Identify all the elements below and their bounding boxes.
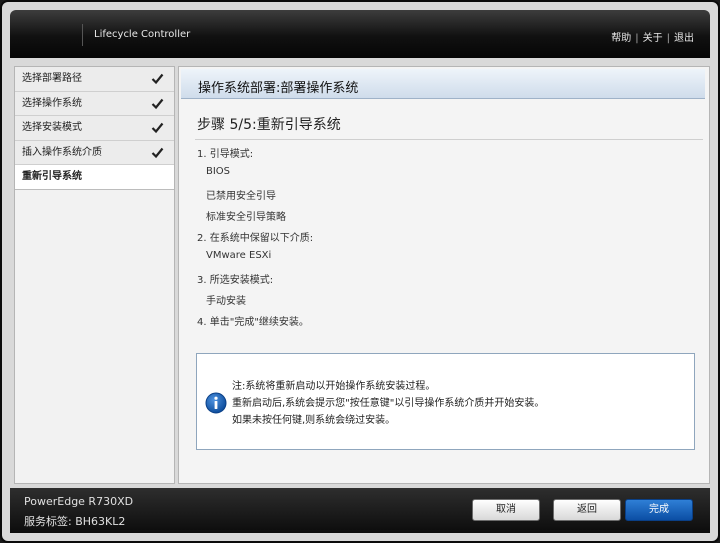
sidebar-item-label: 选择部署路径 [22, 73, 82, 84]
sidebar-item-label: 选择操作系统 [22, 97, 82, 109]
header-link-separator: | [635, 33, 639, 44]
cancel-button[interactable]: 取消 [472, 499, 540, 521]
header-divider [82, 24, 83, 46]
install-mode-heading: 3. 所选安装模式: [197, 275, 274, 286]
sidebar-item-label: 插入操作系统介质 [22, 146, 102, 158]
dell-logo-area [10, 10, 74, 58]
checkmark-icon [151, 73, 164, 85]
sidebar-item-select-deploy-path[interactable]: 选择部署路径 [15, 67, 174, 92]
app-window: Lifecycle Controller 帮助 | 关于 | 退出 选择部署路径 选择操… [0, 0, 720, 543]
media-value: VMware ESXi [206, 250, 272, 261]
page-title: 操作系统部署:部署操作系统 [198, 81, 359, 96]
sidebar-item-reboot-system[interactable]: 重新引导系统 [15, 165, 174, 190]
secure-boot-value: 已禁用安全引导 [206, 191, 276, 202]
step-title: 步骤 5/5:重新引导系统 [197, 117, 341, 133]
sidebar-item-insert-os-media[interactable]: 插入操作系统介质 [15, 140, 174, 165]
header-link-separator: | [666, 33, 670, 44]
about-link[interactable]: 关于 [643, 33, 663, 44]
note-line: 重新启动后,系统会提示您"按任意键"以引导操作系统介质并开始安装。 [232, 398, 545, 409]
header-links: 帮助 | 关于 | 退出 [611, 29, 694, 44]
sidebar-item-label: 选择安装模式 [22, 122, 82, 133]
finish-button[interactable]: 完成 [625, 499, 693, 521]
media-heading: 2. 在系统中保留以下介质: [197, 233, 314, 244]
boot-mode-value: BIOS [206, 166, 231, 177]
divider [195, 139, 703, 140]
checkmark-icon [151, 147, 164, 158]
service-tag: 服务标签: BH63KL2 [24, 515, 126, 528]
page-title-bar: 操作系统部署:部署操作系统 [181, 69, 705, 99]
header-bar: Lifecycle Controller 帮助 | 关于 | 退出 [10, 10, 710, 58]
info-icon [205, 392, 227, 414]
info-note-text: 注:系统将重新启动以开始操作系统安装过程。 重新启动后,系统会提示您"按任意键"… [232, 378, 544, 429]
sidebar-item-label: 重新引导系统 [22, 171, 82, 182]
sidebar-item-select-install-mode[interactable]: 选择安装模式 [15, 116, 174, 141]
main-panel: 操作系统部署:部署操作系统 步骤 5/5:重新引导系统 1. 引导模式: BIO… [178, 66, 710, 484]
back-button[interactable]: 返回 [553, 499, 621, 521]
server-model: PowerEdge R730XD [24, 495, 134, 508]
checkmark-icon [151, 98, 164, 109]
install-mode-value: 手动安装 [206, 296, 246, 307]
footer-bar: PowerEdge R730XD 服务标签: BH63KL2 取消 返回 完成 [10, 488, 710, 533]
app-title: Lifecycle Controller [94, 29, 191, 40]
finish-instruction: 4. 单击"完成"继续安装。 [197, 317, 309, 328]
help-link[interactable]: 帮助 [611, 33, 631, 44]
note-line: 如果未按任何键,则系统会绕过安装。 [232, 415, 396, 426]
boot-mode-heading: 1. 引导模式: [197, 149, 254, 160]
note-line: 注:系统将重新启动以开始操作系统安装过程。 [232, 381, 436, 392]
sidebar-item-select-os[interactable]: 选择操作系统 [15, 91, 174, 116]
wizard-steps-sidebar: 选择部署路径 选择操作系统 选择安装模式 插入操作系统介质 重新引导系统 [14, 66, 175, 484]
secure-boot-policy-value: 标准安全引导策略 [206, 212, 286, 223]
checkmark-icon [151, 122, 164, 134]
exit-link[interactable]: 退出 [674, 33, 694, 44]
info-note-box: 注:系统将重新启动以开始操作系统安装过程。 重新启动后,系统会提示您"按任意键"… [196, 353, 695, 450]
